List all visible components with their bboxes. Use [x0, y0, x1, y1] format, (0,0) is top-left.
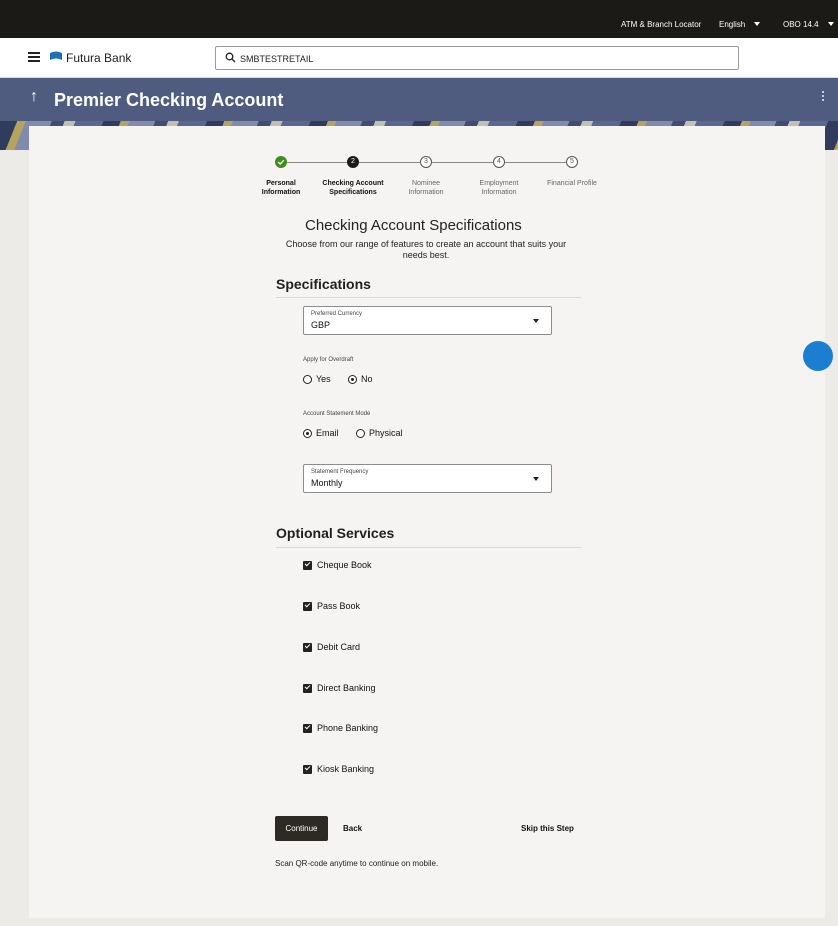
stepper-connector — [505, 162, 566, 163]
back-arrow-icon[interactable]: ↑ — [30, 88, 38, 106]
checkbox-checked-icon — [303, 724, 312, 733]
section-subtitle: Choose from our range of features to cre… — [285, 239, 567, 260]
back-button[interactable]: Back — [343, 824, 362, 833]
checkbox-checked-icon — [303, 602, 312, 611]
bank-logo-icon — [50, 51, 62, 60]
chevron-down-icon — [533, 319, 539, 323]
checkbox-checked-icon — [303, 643, 312, 652]
divider — [276, 297, 581, 298]
step-3-circle[interactable]: 3 — [420, 156, 432, 168]
help-chat-icon[interactable] — [803, 341, 833, 371]
chevron-down-icon — [533, 477, 539, 481]
user-menu[interactable]: OBO 14.4 — [783, 20, 834, 29]
step-1-done-icon[interactable] — [275, 156, 287, 168]
checkbox-checked-icon — [303, 765, 312, 774]
check-icon — [277, 159, 285, 165]
user-label: OBO 14.4 — [783, 20, 819, 29]
continue-button[interactable]: Continue — [275, 816, 328, 841]
statement-frequency-label: Statement Frequency — [311, 469, 369, 475]
optional-services-title: Optional Services — [276, 525, 395, 541]
search-icon — [225, 52, 236, 63]
radio-on-icon — [348, 375, 357, 384]
step-5-circle[interactable]: 5 — [566, 156, 578, 168]
chevron-down-icon — [827, 22, 834, 26]
top-bar: ATM & Branch Locator English OBO 14.4 — [0, 0, 838, 38]
overdraft-label: Apply for Overdraft — [303, 357, 354, 363]
qr-note: Scan QR-code anytime to continue on mobi… — [275, 859, 439, 868]
stepper-connector — [287, 162, 347, 163]
statement-frequency-select[interactable]: Statement Frequency Monthly — [303, 464, 552, 493]
chevron-down-icon — [754, 22, 761, 26]
menu-icon[interactable] — [28, 52, 40, 62]
preferred-currency-value: GBP — [311, 320, 331, 330]
section-heading: Checking Account Specifications — [305, 217, 522, 234]
page-title: Premier Checking Account — [54, 90, 284, 110]
checkbox-checked-icon — [303, 561, 312, 570]
step-5-label: Financial Profile — [547, 180, 597, 187]
search-input[interactable] — [240, 51, 720, 66]
step-3-label: Nominee Information — [408, 180, 444, 196]
brand-name: Futura Bank — [66, 51, 132, 65]
radio-off-icon — [303, 375, 312, 384]
step-1-label: Personal Information — [261, 180, 301, 196]
preferred-currency-select[interactable]: Preferred Currency GBP — [303, 306, 552, 335]
radio-off-icon — [356, 429, 365, 438]
step-4-circle[interactable]: 4 — [493, 156, 505, 168]
more-options-icon[interactable] — [822, 91, 825, 103]
language-label: English — [719, 20, 746, 29]
statement-mode-label: Account Statement Mode — [303, 411, 371, 417]
step-2-label: Checking Account Specifications — [322, 180, 384, 196]
statement-frequency-value: Monthly — [311, 478, 343, 488]
language-selector[interactable]: English — [719, 20, 761, 29]
step-2-circle[interactable]: 2 — [347, 156, 359, 168]
stepper-connector — [359, 162, 420, 163]
search-box[interactable] — [215, 46, 739, 70]
radio-on-icon — [303, 429, 312, 438]
checkbox-checked-icon — [303, 684, 312, 693]
step-4-label: Employment Information — [479, 180, 519, 196]
app-bar: Futura Bank — [0, 38, 838, 78]
specifications-title: Specifications — [276, 276, 371, 292]
stepper-connector — [432, 162, 493, 163]
skip-step-button[interactable]: Skip this Step — [521, 824, 574, 833]
preferred-currency-label: Preferred Currency — [311, 311, 363, 317]
atm-branch-locator-link[interactable]: ATM & Branch Locator — [621, 20, 701, 29]
divider — [276, 547, 581, 548]
